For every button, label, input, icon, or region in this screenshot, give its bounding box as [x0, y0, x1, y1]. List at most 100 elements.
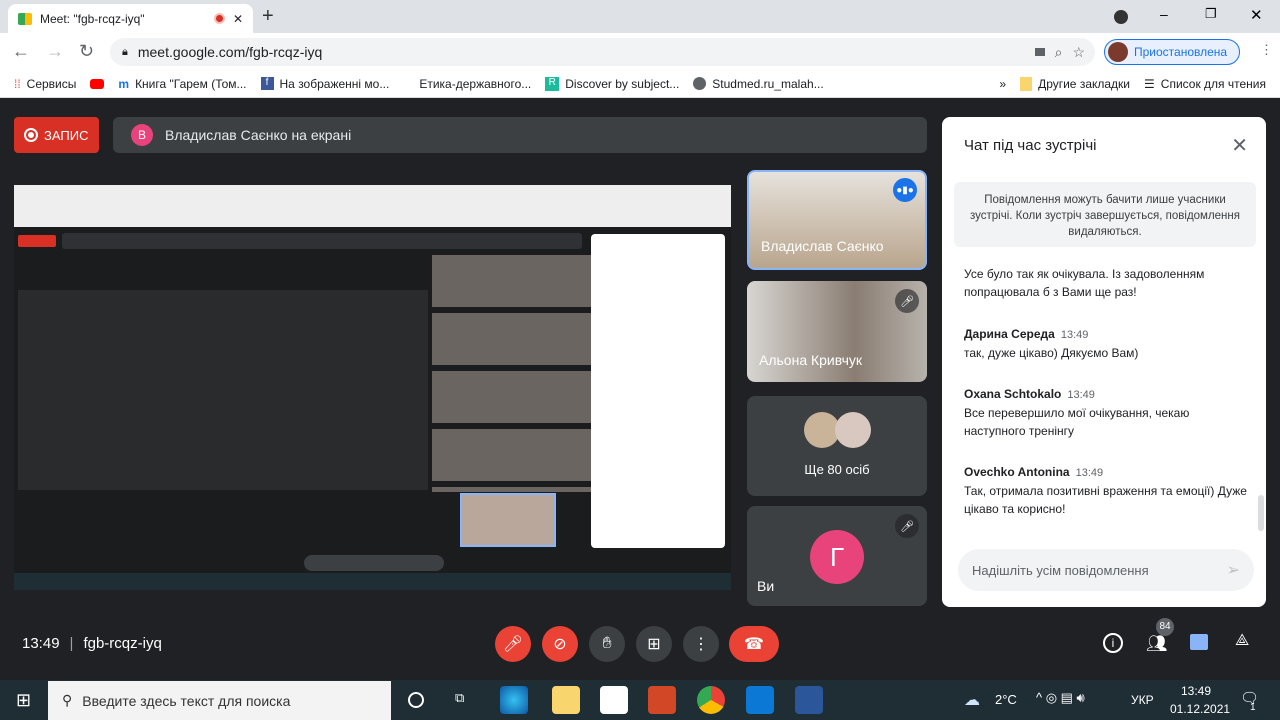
new-tab-button[interactable]: +: [262, 5, 274, 28]
bookmark-youtube[interactable]: [90, 78, 105, 89]
meeting-info: 13:49 | fgb-rcqz-iyq: [22, 635, 162, 652]
back-button[interactable]: ←: [12, 41, 30, 62]
shared-control-bar: [304, 555, 444, 571]
tab-search-icon[interactable]: [1114, 10, 1128, 24]
browser-tab[interactable]: Meet: "fgb-rcqz-iyq" ✕: [8, 4, 253, 33]
more-options-button[interactable]: ⋮: [683, 626, 719, 662]
search-icon: ⚲: [62, 692, 73, 708]
start-button[interactable]: ⊞: [16, 690, 31, 711]
chat-title: Чат під час зустрічі: [964, 137, 1097, 154]
presenting-banner: В Владислав Саєнко на екрані: [113, 117, 927, 153]
chat-scrollbar[interactable]: [1258, 495, 1264, 531]
shared-tiles: [432, 255, 592, 492]
chat-message: Усе було так як очікувала. Із задоволенн…: [964, 267, 1205, 299]
close-window-button[interactable]: ✕: [1250, 6, 1263, 24]
taskbar-search[interactable]: ⚲ Введите здесь текст для поиска: [48, 681, 391, 720]
mic-off-icon: 🎤︎: [895, 514, 919, 538]
url-text: meet.google.com/fgb-rcqz-iyq: [137, 44, 323, 60]
minimize-button[interactable]: –: [1160, 6, 1168, 22]
store-icon[interactable]: [600, 686, 628, 714]
shared-browser-chrome: [14, 185, 731, 227]
recording-badge[interactable]: ЗАПИС: [14, 117, 99, 153]
record-icon: [24, 128, 38, 142]
meeting-time: 13:49: [22, 635, 60, 652]
profile-button[interactable]: Приостановлена: [1104, 39, 1240, 65]
mic-off-icon: 🎤︎: [895, 289, 919, 313]
participant-name: Альона Кривчук: [759, 352, 862, 368]
info-icon[interactable]: i: [1103, 633, 1123, 653]
menu-icon[interactable]: ⋮: [1260, 42, 1273, 58]
forward-button[interactable]: →: [46, 41, 64, 62]
self-avatar: Г: [810, 530, 864, 584]
bookmark-book[interactable]: m Книга "Гарем (Том...: [118, 77, 246, 91]
presenting-text: Владислав Саєнко на екрані: [165, 127, 352, 143]
meeting-code: fgb-rcqz-iyq: [83, 635, 162, 652]
participant-tile[interactable]: 🎤︎ Альона Кривчук: [747, 281, 927, 382]
shared-self-view: [460, 493, 556, 547]
raise-hand-button[interactable]: ✋︎: [589, 626, 625, 662]
bookmark-other[interactable]: Другие закладки: [1020, 76, 1130, 91]
clock-time[interactable]: 13:49: [1181, 684, 1211, 698]
task-view-icon[interactable]: ⧉: [455, 690, 464, 706]
bookmark-ethics[interactable]: Етика-державного...: [419, 77, 531, 91]
present-button[interactable]: ⊞: [636, 626, 672, 662]
avatar: [1108, 42, 1128, 62]
zoom-icon[interactable]: ⌕: [1055, 44, 1063, 61]
edge-icon[interactable]: [500, 686, 528, 714]
clock-date[interactable]: 01.12.2021: [1170, 702, 1230, 716]
more-bookmarks-icon[interactable]: »: [999, 77, 1006, 91]
tab-title: Meet: "fgb-rcqz-iyq": [40, 11, 145, 26]
powerpoint-icon[interactable]: [648, 686, 676, 714]
tray-icons[interactable]: ^ ◎ ▤ 🔊︎: [1036, 690, 1085, 706]
activities-icon[interactable]: ⟁: [1235, 632, 1249, 650]
presenter-avatar: В: [131, 124, 153, 146]
chat-message: Дарина Середа 13:49 так, дуже цікаво) Дяку…: [964, 327, 1139, 360]
r-logo-icon: R: [545, 76, 560, 91]
close-chat-button[interactable]: ✕: [1231, 133, 1248, 158]
address-bar[interactable]: 🔒︎ meet.google.com/fgb-rcqz-iyq ⌕ ☆: [110, 38, 1095, 66]
folder-icon: [1020, 76, 1033, 91]
self-name: Ви: [757, 578, 775, 594]
lock-icon: 🔒︎: [122, 45, 128, 58]
send-icon[interactable]: ➢: [1227, 560, 1240, 580]
bookmarks-bar: ⁞⁞ Сервисы m Книга "Гарем (Том... f На зобр…: [0, 70, 1280, 98]
more-participants-label: Ще 80 осіб: [804, 462, 870, 477]
shared-record-badge: [18, 235, 56, 247]
close-tab-icon[interactable]: ✕: [233, 12, 243, 26]
bookmark-star-icon[interactable]: ☆: [1072, 44, 1085, 61]
bookmark-discover[interactable]: R Discover by subject...: [545, 76, 679, 91]
word-icon[interactable]: [795, 686, 823, 714]
file-explorer-icon[interactable]: [552, 686, 580, 714]
participants-icon[interactable]: 👥︎: [1146, 634, 1168, 654]
leave-call-button[interactable]: ☎︎: [729, 626, 779, 662]
chat-message: Ovechko Antonina 13:49 Так, отримала позит…: [964, 465, 1247, 516]
camera-icon[interactable]: [1034, 48, 1045, 56]
chat-input[interactable]: Надішліть усім повідомлення ➢: [958, 549, 1254, 591]
language-indicator[interactable]: УКР: [1131, 693, 1154, 707]
mic-toggle-button[interactable]: 🎤︎: [495, 626, 531, 662]
bookmark-facebook[interactable]: f На зображенні мо...: [260, 77, 389, 91]
reload-button[interactable]: ↻: [79, 41, 94, 62]
shared-nested-screen: [18, 290, 428, 490]
camera-toggle-button[interactable]: ⊘: [542, 626, 578, 662]
youtube-icon: [90, 78, 105, 89]
m-logo-icon: m: [118, 76, 130, 91]
bookmark-apps[interactable]: ⁞⁞ Сервисы: [14, 77, 76, 91]
maximize-button[interactable]: ❐: [1205, 6, 1217, 22]
shared-screen: [14, 185, 731, 590]
self-tile[interactable]: 🎤︎ Г Ви: [747, 506, 927, 606]
apps-grid-icon: ⁞⁞: [14, 76, 21, 91]
participant-tile-speaker[interactable]: ●▮● Владислав Саєнко: [747, 170, 927, 270]
participant-avatar: [835, 412, 871, 448]
participants-count-badge: 84: [1156, 618, 1174, 636]
chat-icon[interactable]: [1190, 634, 1208, 650]
chrome-icon[interactable]: [697, 686, 725, 714]
reading-list[interactable]: ☰ Список для чтения: [1144, 77, 1266, 91]
recording-indicator-icon: [213, 13, 225, 24]
bookmark-studmed[interactable]: Studmed.ru_malah...: [693, 77, 824, 91]
mail-icon[interactable]: [746, 686, 774, 714]
reading-list-icon: ☰: [1144, 76, 1155, 91]
chat-panel: Чат під час зустрічі ✕ Повідомлення можу…: [942, 117, 1266, 607]
cortana-icon[interactable]: [408, 692, 424, 708]
more-participants-tile[interactable]: Ще 80 осіб: [747, 396, 927, 496]
